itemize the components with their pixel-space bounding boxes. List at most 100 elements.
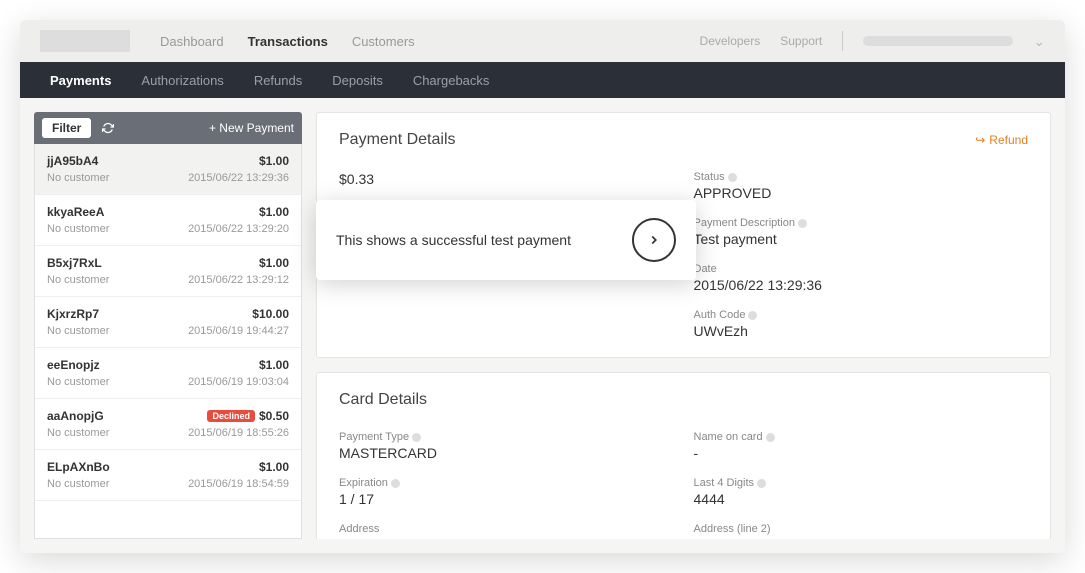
date-value: 2015/06/22 13:29:36 bbox=[694, 277, 1029, 293]
topnav-item-dashboard[interactable]: Dashboard bbox=[160, 34, 224, 49]
top-nav: Dashboard Transactions Customers bbox=[160, 34, 700, 49]
refresh-icon bbox=[102, 122, 114, 134]
payment-date: 2015/06/22 13:29:20 bbox=[188, 223, 289, 235]
payment-customer: No customer bbox=[47, 172, 109, 184]
content: Filter + New Payment jjA95bA4 $1.00 No cus… bbox=[20, 98, 1065, 553]
payment-amount: $1.00 bbox=[259, 154, 289, 168]
status-label: Status bbox=[694, 171, 725, 183]
payment-ref: aaAnopjG bbox=[47, 409, 104, 423]
account-select[interactable] bbox=[863, 36, 1013, 46]
main: Payment Details ↪ Refund $0.33 Status AP… bbox=[316, 112, 1051, 539]
callout-text: This shows a successful test payment bbox=[336, 232, 571, 248]
separator bbox=[842, 31, 843, 51]
payment-row[interactable]: B5xj7RxL $1.00 No customer 2015/06/22 13:29… bbox=[35, 246, 301, 297]
new-payment-button[interactable]: + New Payment bbox=[209, 121, 294, 135]
chevron-down-icon[interactable]: ⌄ bbox=[1033, 33, 1045, 50]
refund-arrow-icon: ↪ bbox=[975, 133, 985, 147]
type-value: MASTERCARD bbox=[339, 445, 674, 461]
topnav-item-transactions[interactable]: Transactions bbox=[248, 34, 328, 49]
payment-row[interactable]: eeEnopjz $1.00 No customer 2015/06/19 19:03… bbox=[35, 348, 301, 399]
auth-label: Auth Code bbox=[694, 309, 746, 321]
support-link[interactable]: Support bbox=[780, 34, 822, 48]
refresh-button[interactable] bbox=[97, 118, 119, 138]
subnav-item-chargebacks[interactable]: Chargebacks bbox=[413, 73, 490, 88]
top-right: Developers Support ⌄ bbox=[700, 31, 1045, 51]
payment-amount: $10.00 bbox=[252, 307, 289, 321]
addr2-label: Address (line 2) bbox=[694, 523, 771, 535]
payment-ref: B5xj7RxL bbox=[47, 256, 102, 270]
callout-next-button[interactable] bbox=[632, 218, 676, 262]
payment-details-title: Payment Details bbox=[339, 131, 456, 149]
sidebar: Filter + New Payment jjA95bA4 $1.00 No cus… bbox=[34, 112, 302, 539]
refund-button[interactable]: ↪ Refund bbox=[975, 133, 1028, 147]
partial-amount-value: $0.33 bbox=[339, 171, 674, 187]
payment-ref: eeEnopjz bbox=[47, 358, 100, 372]
payment-row[interactable]: KjxrzRp7 $10.00 No customer 2015/06/19 19:4… bbox=[35, 297, 301, 348]
payment-customer: No customer bbox=[47, 325, 109, 337]
developers-link[interactable]: Developers bbox=[700, 34, 761, 48]
payment-ref: KjxrzRp7 bbox=[47, 307, 99, 321]
info-icon bbox=[412, 433, 421, 442]
payment-date: 2015/06/22 13:29:12 bbox=[188, 274, 289, 286]
payment-customer: No customer bbox=[47, 223, 109, 235]
payment-ref: ELpAXnBo bbox=[47, 460, 110, 474]
refund-label: Refund bbox=[989, 133, 1028, 147]
status-value: APPROVED bbox=[694, 185, 1029, 201]
payment-date: 2015/06/19 19:03:04 bbox=[188, 376, 289, 388]
tutorial-callout: This shows a successful test payment bbox=[316, 200, 696, 280]
name-label: Name on card bbox=[694, 431, 763, 443]
last4-label: Last 4 Digits bbox=[694, 477, 755, 489]
info-icon bbox=[798, 219, 807, 228]
info-icon bbox=[766, 433, 775, 442]
payment-row[interactable]: jjA95bA4 $1.00 No customer 2015/06/22 13:29… bbox=[35, 144, 301, 195]
sidebar-header: Filter + New Payment bbox=[34, 112, 302, 144]
payment-ref: jjA95bA4 bbox=[47, 154, 98, 168]
subnav-item-deposits[interactable]: Deposits bbox=[332, 73, 383, 88]
payment-ref: kkyaReeA bbox=[47, 205, 104, 219]
desc-value: Test payment bbox=[694, 231, 1029, 247]
name-value: - bbox=[694, 445, 1029, 461]
filter-label: Filter bbox=[52, 121, 81, 135]
subnav-item-authorizations[interactable]: Authorizations bbox=[141, 73, 223, 88]
payment-date: 2015/06/19 19:44:27 bbox=[188, 325, 289, 337]
payment-row[interactable]: ELpAXnBo $1.00 No customer 2015/06/19 18:54… bbox=[35, 450, 301, 501]
auth-value: UWvEzh bbox=[694, 323, 1029, 339]
info-icon bbox=[728, 173, 737, 182]
payment-amount: $1.00 bbox=[259, 358, 289, 372]
payment-date: 2015/06/19 18:55:26 bbox=[188, 427, 289, 439]
addr-label: Address bbox=[339, 523, 379, 535]
declined-badge: Declined bbox=[207, 410, 255, 422]
exp-value: 1 / 17 bbox=[339, 491, 674, 507]
info-icon bbox=[748, 311, 757, 320]
subnav-item-payments[interactable]: Payments bbox=[50, 73, 111, 88]
card-details-panel: Card Details Payment Type MASTERCARD Nam… bbox=[316, 372, 1051, 539]
sub-nav: Payments Authorizations Refunds Deposits Cha… bbox=[20, 62, 1065, 98]
logo-placeholder bbox=[40, 30, 130, 52]
chevron-right-icon bbox=[647, 233, 661, 247]
payment-amount: $1.00 bbox=[259, 256, 289, 270]
payment-list: jjA95bA4 $1.00 No customer 2015/06/22 13:29… bbox=[34, 144, 302, 539]
payment-amount: $1.00 bbox=[259, 205, 289, 219]
payment-amount: $1.00 bbox=[259, 460, 289, 474]
date-label: Date bbox=[694, 263, 717, 275]
info-icon bbox=[391, 479, 400, 488]
payment-customer: No customer bbox=[47, 427, 109, 439]
top-bar: Dashboard Transactions Customers Developer… bbox=[20, 20, 1065, 62]
payment-customer: No customer bbox=[47, 478, 109, 490]
payment-date: 2015/06/19 18:54:59 bbox=[188, 478, 289, 490]
payment-date: 2015/06/22 13:29:36 bbox=[188, 172, 289, 184]
payment-row[interactable]: aaAnopjG Declined $0.50 No customer 2015/06/… bbox=[35, 399, 301, 450]
filter-button[interactable]: Filter bbox=[42, 118, 91, 138]
subnav-item-refunds[interactable]: Refunds bbox=[254, 73, 302, 88]
last4-value: 4444 bbox=[694, 491, 1029, 507]
payment-row[interactable]: kkyaReeA $1.00 No customer 2015/06/22 13:29… bbox=[35, 195, 301, 246]
payment-amount: $0.50 bbox=[259, 409, 289, 423]
exp-label: Expiration bbox=[339, 477, 388, 489]
topnav-item-customers[interactable]: Customers bbox=[352, 34, 415, 49]
desc-label: Payment Description bbox=[694, 217, 796, 229]
payment-customer: No customer bbox=[47, 274, 109, 286]
info-icon bbox=[757, 479, 766, 488]
type-label: Payment Type bbox=[339, 431, 409, 443]
card-details-title: Card Details bbox=[339, 391, 427, 409]
payment-customer: No customer bbox=[47, 376, 109, 388]
